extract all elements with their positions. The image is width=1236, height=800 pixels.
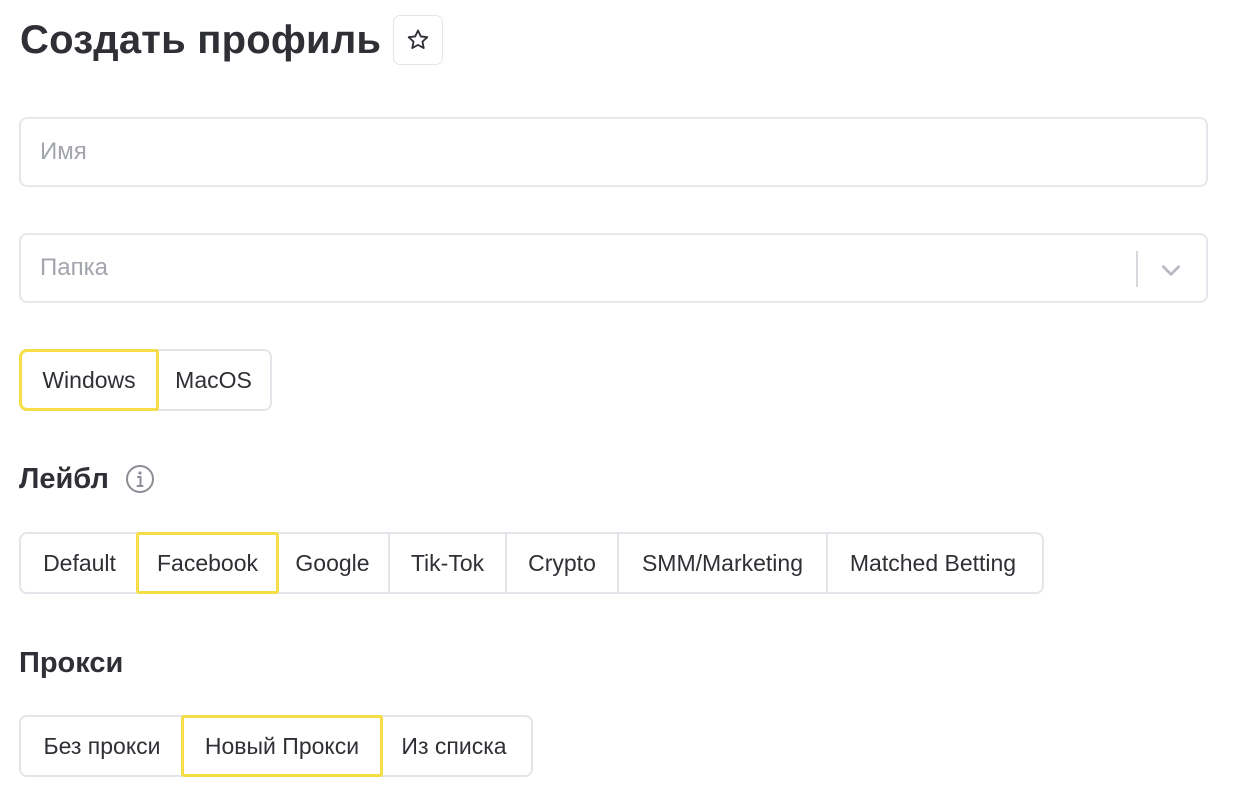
favorite-button[interactable] [393, 15, 444, 65]
chevron-down-icon[interactable] [1158, 257, 1184, 283]
create-profile-page: Создать профиль Windows MacOS Лейбл Defa… [0, 0, 1236, 800]
label-selector: Default Facebook Google Tik-Tok Crypto S… [19, 532, 1044, 594]
proxy-heading: Прокси [19, 647, 124, 679]
folder-select[interactable] [19, 233, 1208, 303]
os-option-macos[interactable]: MacOS [157, 351, 270, 409]
os-selector: Windows MacOS [19, 349, 272, 411]
star-outline-icon [407, 29, 429, 49]
name-input[interactable] [21, 119, 1206, 185]
label-option-default[interactable]: Default [21, 534, 138, 592]
proxy-option-new[interactable]: Новый Прокси [181, 715, 383, 777]
select-separator [1136, 251, 1138, 287]
folder-input[interactable] [21, 235, 1206, 301]
proxy-option-none[interactable]: Без прокси [21, 717, 183, 775]
label-heading: Лейбл [19, 463, 109, 495]
label-option-facebook[interactable]: Facebook [136, 532, 279, 594]
label-option-tiktok[interactable]: Tik-Tok [388, 534, 505, 592]
proxy-option-from-list[interactable]: Из списка [381, 717, 527, 775]
label-option-smm-marketing[interactable]: SMM/Marketing [617, 534, 826, 592]
os-option-windows[interactable]: Windows [19, 349, 159, 411]
proxy-selector: Без прокси Новый Прокси Из списка [19, 715, 533, 777]
page-title: Создать профиль [20, 18, 382, 62]
label-option-matched-betting[interactable]: Matched Betting [826, 534, 1038, 592]
proxy-section-title: Прокси [19, 645, 123, 681]
title-row: Создать профиль [20, 14, 444, 66]
label-section-title: Лейбл [19, 461, 155, 497]
label-option-crypto[interactable]: Crypto [505, 534, 617, 592]
label-option-google[interactable]: Google [277, 534, 388, 592]
name-field[interactable] [19, 117, 1208, 187]
info-circle-icon[interactable] [125, 464, 155, 494]
